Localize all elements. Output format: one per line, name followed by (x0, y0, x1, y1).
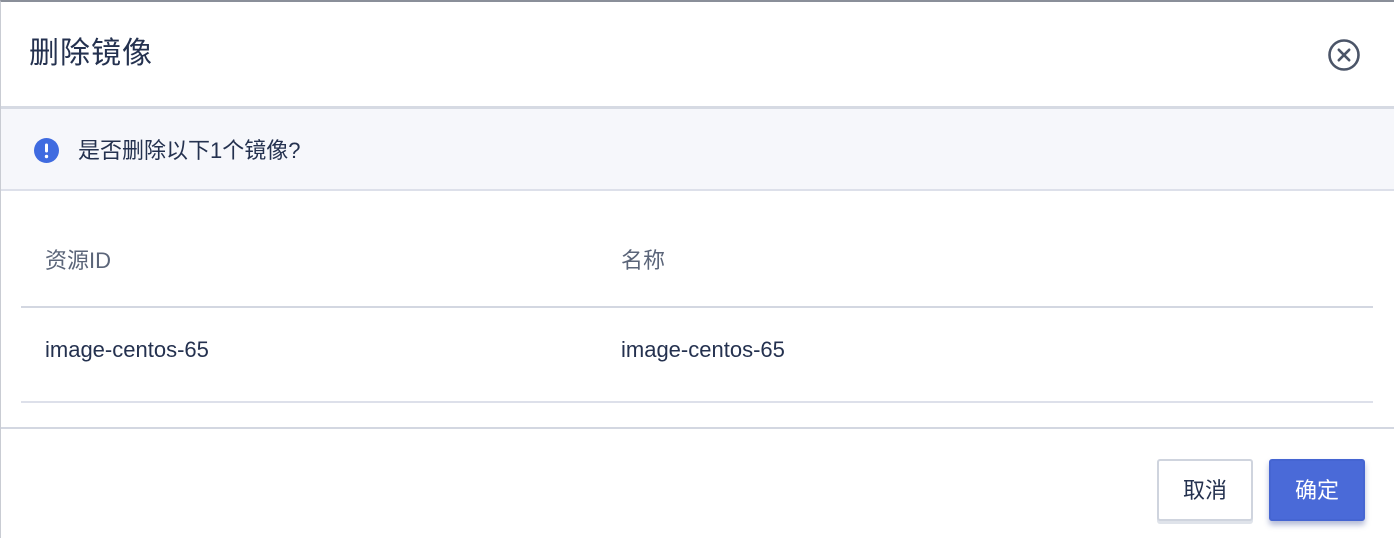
cell-name: image-centos-65 (621, 337, 785, 362)
notice-text: 是否删除以下1个镜像? (78, 138, 301, 163)
confirm-notice: 是否删除以下1个镜像? (1, 109, 1394, 191)
delete-image-dialog: 删除镜像 是否删除以下1个镜像? 资源ID 名称 image-centos-65 (0, 0, 1394, 538)
close-icon[interactable] (1327, 38, 1361, 72)
table-header: 资源ID 名称 (21, 214, 1373, 308)
column-header-resource-id: 资源ID (45, 248, 112, 273)
table-row: image-centos-65 image-centos-65 (21, 308, 1373, 403)
cell-resource-id: image-centos-65 (45, 337, 209, 362)
column-header-name: 名称 (621, 248, 666, 273)
footer-divider (1, 427, 1394, 429)
dialog-header: 删除镜像 (1, 2, 1394, 109)
exclamation-circle-icon (34, 138, 59, 163)
confirm-button[interactable]: 确定 (1269, 459, 1365, 521)
dialog-title: 删除镜像 (29, 37, 153, 70)
image-table: 资源ID 名称 image-centos-65 image-centos-65 (21, 214, 1373, 403)
cancel-button[interactable]: 取消 (1157, 459, 1253, 521)
